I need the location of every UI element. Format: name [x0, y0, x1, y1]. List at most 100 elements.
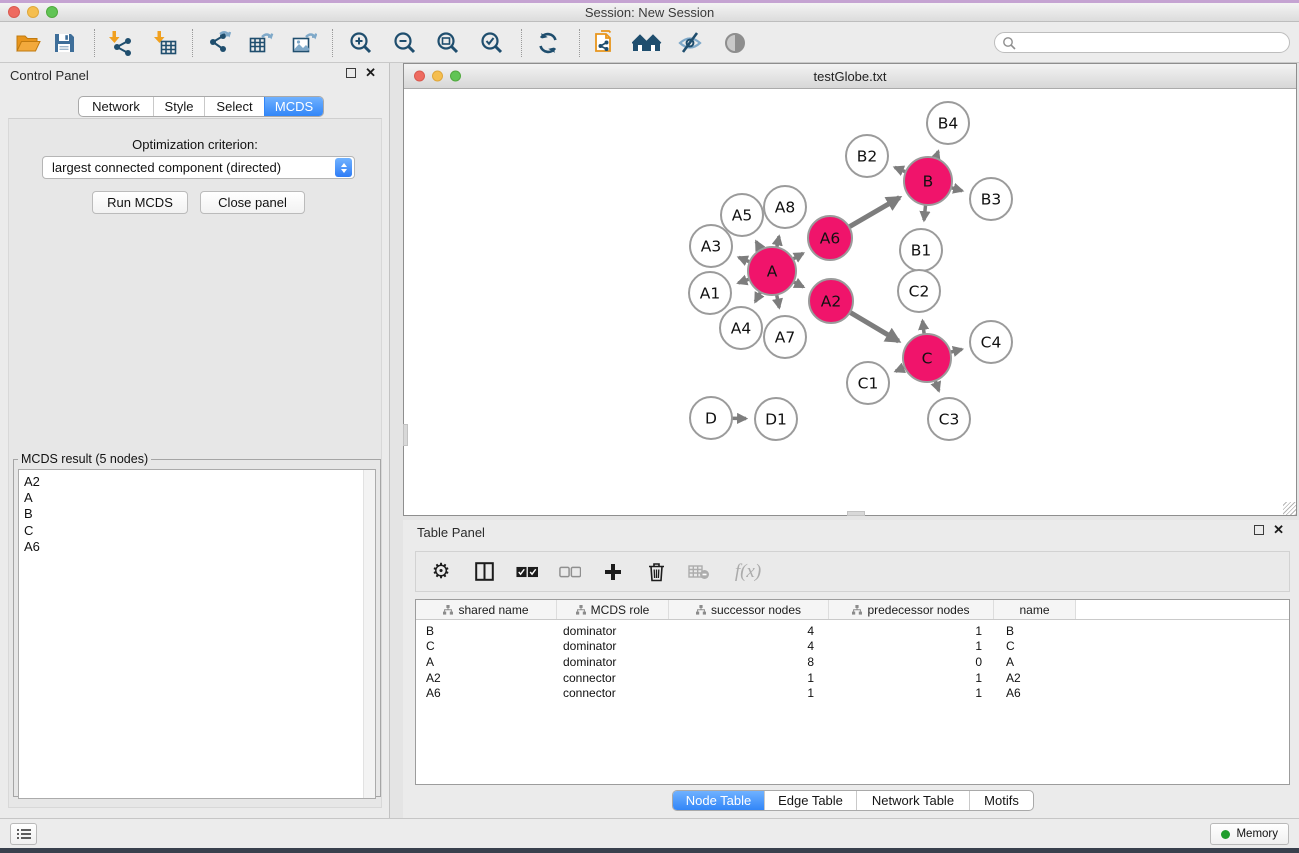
table-row[interactable]: A6connector11A6 — [416, 685, 1289, 701]
function-builder-icon[interactable]: f(x) — [731, 560, 765, 584]
settings-gear-icon[interactable]: ⚙ — [430, 560, 452, 584]
table-cell[interactable]: 1 — [829, 639, 994, 653]
table-row[interactable]: Adominator80A — [416, 654, 1289, 670]
graph-node-A5[interactable]: A5 — [721, 194, 763, 236]
graph-node-C1[interactable]: C1 — [847, 362, 889, 404]
import-table-icon[interactable] — [149, 27, 183, 59]
refresh-icon[interactable] — [531, 27, 565, 59]
export-table-icon[interactable] — [244, 27, 278, 59]
home-layout-icon[interactable] — [630, 27, 664, 59]
close-table-panel-icon[interactable]: ✕ — [1273, 525, 1284, 535]
table-cell[interactable]: 8 — [669, 655, 829, 669]
tab-mcds[interactable]: MCDS — [264, 97, 323, 116]
minimize-network-button[interactable] — [432, 71, 443, 82]
table-cell[interactable]: A6 — [994, 686, 1076, 700]
delete-column-icon[interactable] — [645, 560, 667, 584]
zoom-window-button[interactable] — [46, 6, 58, 18]
graph-node-C2[interactable]: C2 — [898, 270, 940, 312]
table-cell[interactable]: 1 — [669, 686, 829, 700]
result-scrollbar[interactable] — [363, 470, 375, 798]
zoom-network-button[interactable] — [450, 71, 461, 82]
network-canvas[interactable]: AA6A2BCA5A8A3A1A4A7B2B4B3B1C2C4C1C3DD1 — [404, 90, 1296, 515]
hide-edges-icon[interactable] — [673, 27, 707, 59]
close-window-button[interactable] — [8, 6, 20, 18]
mcds-result-item[interactable]: A2 — [19, 474, 375, 490]
table-cell[interactable]: 1 — [829, 624, 994, 638]
import-network-icon[interactable] — [104, 27, 138, 59]
column-header-MCDS-role[interactable]: MCDS role — [557, 600, 669, 619]
close-panel-icon[interactable]: ✕ — [365, 68, 376, 78]
tab-node-table[interactable]: Node Table — [673, 791, 764, 810]
add-column-icon[interactable] — [602, 560, 624, 584]
search-input[interactable] — [1020, 35, 1289, 51]
duplicate-network-icon[interactable] — [588, 27, 622, 59]
table-cell[interactable]: 4 — [669, 624, 829, 638]
tab-network-table[interactable]: Network Table — [856, 791, 969, 810]
run-mcds-button[interactable]: Run MCDS — [92, 191, 188, 214]
graph-node-A3[interactable]: A3 — [690, 225, 732, 267]
column-header-shared-name[interactable]: shared name — [416, 600, 557, 619]
table-cell[interactable]: connector — [557, 686, 669, 700]
zoom-selected-icon[interactable] — [475, 27, 509, 59]
export-image-icon[interactable] — [287, 27, 321, 59]
mcds-result-item[interactable]: B — [19, 506, 375, 522]
window-bottom-grip[interactable] — [847, 511, 865, 516]
mcds-result-list[interactable]: A2ABCA6 — [18, 469, 376, 799]
export-network-icon[interactable] — [202, 27, 236, 59]
window-left-grip[interactable] — [403, 424, 408, 446]
tab-style[interactable]: Style — [153, 97, 204, 116]
search-field[interactable] — [994, 32, 1290, 53]
table-cell[interactable]: connector — [557, 671, 669, 685]
mcds-result-item[interactable]: A — [19, 490, 375, 506]
deselect-all-checkboxes-icon[interactable] — [559, 560, 581, 584]
select-all-checkboxes-icon[interactable] — [516, 560, 538, 584]
table-cell[interactable]: B — [416, 624, 557, 638]
table-cell[interactable]: A2 — [994, 671, 1076, 685]
float-table-panel-icon[interactable] — [1254, 525, 1264, 535]
table-cell[interactable]: dominator — [557, 624, 669, 638]
column-layout-icon[interactable] — [473, 560, 495, 584]
table-cell[interactable]: B — [994, 624, 1076, 638]
graph-node-D1[interactable]: D1 — [755, 398, 797, 440]
close-panel-button[interactable]: Close panel — [200, 191, 305, 214]
tab-motifs[interactable]: Motifs — [969, 791, 1033, 810]
minimize-window-button[interactable] — [27, 6, 39, 18]
table-cell[interactable]: dominator — [557, 655, 669, 669]
graph-node-A6[interactable]: A6 — [808, 216, 852, 260]
graph-node-C4[interactable]: C4 — [970, 321, 1012, 363]
graph-node-C3[interactable]: C3 — [928, 398, 970, 440]
save-icon[interactable] — [47, 27, 81, 59]
table-row[interactable]: Bdominator41B — [416, 623, 1289, 639]
open-folder-icon[interactable] — [11, 27, 45, 59]
table-row[interactable]: Cdominator41C — [416, 639, 1289, 655]
optimization-criterion-select[interactable]: largest connected component (directed) — [42, 156, 355, 179]
table-cell[interactable]: C — [994, 639, 1076, 653]
graph-node-B3[interactable]: B3 — [970, 178, 1012, 220]
zoom-fit-icon[interactable] — [431, 27, 465, 59]
column-header-predecessor-nodes[interactable]: predecessor nodes — [829, 600, 994, 619]
graph-node-B4[interactable]: B4 — [927, 102, 969, 144]
delete-table-icon[interactable] — [688, 560, 710, 584]
window-resize-corner[interactable] — [1283, 502, 1296, 515]
table-cell[interactable]: 1 — [829, 671, 994, 685]
graph-node-A8[interactable]: A8 — [764, 186, 806, 228]
tab-network[interactable]: Network — [79, 97, 153, 116]
table-cell[interactable]: 0 — [829, 655, 994, 669]
column-header-successor-nodes[interactable]: successor nodes — [669, 600, 829, 619]
table-cell[interactable]: A — [416, 655, 557, 669]
tab-select[interactable]: Select — [204, 97, 264, 116]
graph-node-A[interactable]: A — [748, 247, 796, 295]
graph-node-B1[interactable]: B1 — [900, 229, 942, 271]
float-panel-icon[interactable] — [346, 68, 356, 78]
table-cell[interactable]: dominator — [557, 639, 669, 653]
graph-node-B[interactable]: B — [904, 157, 952, 205]
graph-node-A7[interactable]: A7 — [764, 316, 806, 358]
mcds-result-item[interactable]: C — [19, 523, 375, 539]
graph-node-A1[interactable]: A1 — [689, 272, 731, 314]
table-cell[interactable]: 1 — [669, 671, 829, 685]
graph-node-C[interactable]: C — [903, 334, 951, 382]
table-cell[interactable]: A — [994, 655, 1076, 669]
network-window-titlebar[interactable]: testGlobe.txt — [404, 64, 1296, 89]
graph-node-B2[interactable]: B2 — [846, 135, 888, 177]
task-history-button[interactable] — [10, 823, 37, 845]
